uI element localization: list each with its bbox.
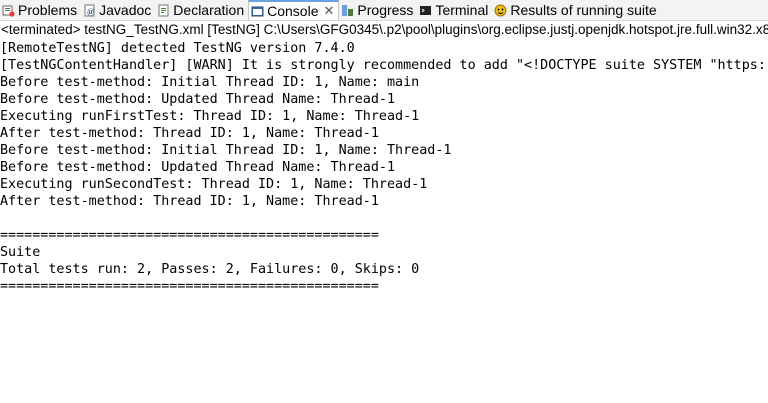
- console-line: After test-method: Thread ID: 1, Name: T…: [0, 126, 379, 141]
- tab-javadoc[interactable]: @ Javadoc: [81, 0, 155, 20]
- tab-problems[interactable]: Problems: [0, 0, 81, 20]
- testng-results-icon: [494, 4, 507, 17]
- console-line: Before test-method: Updated Thread Name:…: [0, 160, 396, 175]
- console-line: Suite: [0, 245, 41, 260]
- console-line: ========================================…: [0, 228, 379, 243]
- close-icon[interactable]: ✕: [324, 3, 335, 19]
- tab-label: Problems: [18, 2, 78, 18]
- console-line: Executing runFirstTest: Thread ID: 1, Na…: [0, 109, 420, 124]
- console-output[interactable]: [RemoteTestNG] detected TestNG version 7…: [0, 40, 768, 403]
- tab-label: Progress: [357, 2, 414, 18]
- console-line: Before test-method: Initial Thread ID: 1…: [0, 143, 452, 158]
- progress-icon: [341, 4, 354, 17]
- tab-progress[interactable]: Progress: [339, 0, 417, 20]
- tab-label: Console: [267, 3, 319, 19]
- tab-label: Results of running suite: [510, 2, 657, 18]
- javadoc-icon: @: [83, 4, 96, 17]
- tab-console[interactable]: Console ✕: [248, 0, 340, 20]
- console-line: [RemoteTestNG] detected TestNG version 7…: [0, 41, 355, 56]
- console-line: Before test-method: Initial Thread ID: 1…: [0, 75, 420, 90]
- tab-results-of-running-suite[interactable]: Results of running suite: [492, 0, 660, 20]
- tab-label: Terminal: [435, 2, 489, 18]
- problems-icon: [2, 4, 15, 17]
- view-tab-bar: Problems @ Javadoc Declaration Console ✕…: [0, 0, 768, 21]
- console-line: Executing runSecondTest: Thread ID: 1, N…: [0, 177, 428, 192]
- svg-text:@: @: [87, 7, 95, 16]
- tab-declaration[interactable]: Declaration: [155, 0, 248, 20]
- terminal-icon: [419, 4, 432, 17]
- tab-terminal[interactable]: Terminal: [417, 0, 492, 20]
- console-icon: [251, 5, 264, 18]
- console-line: Total tests run: 2, Passes: 2, Failures:…: [0, 262, 420, 277]
- launch-status-line: <terminated> testNG_TestNG.xml [TestNG] …: [1, 22, 768, 37]
- declaration-icon: [157, 4, 170, 17]
- console-line: ========================================…: [0, 279, 379, 294]
- console-line: [TestNGContentHandler] [WARN] It is stro…: [0, 58, 766, 73]
- console-line: Before test-method: Updated Thread Name:…: [0, 92, 396, 107]
- tab-label: Javadoc: [99, 2, 152, 18]
- console-line: After test-method: Thread ID: 1, Name: T…: [0, 194, 379, 209]
- tab-label: Declaration: [173, 2, 245, 18]
